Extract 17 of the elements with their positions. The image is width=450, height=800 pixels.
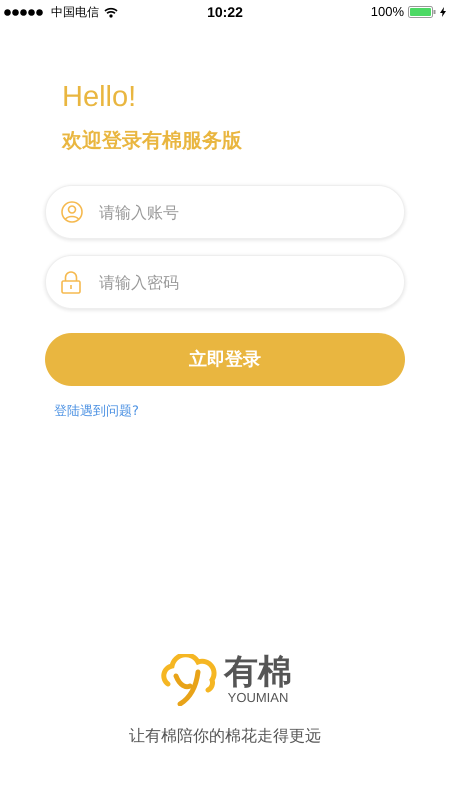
charging-icon [440,7,446,17]
logo-latin-name: YOUMIAN [228,690,288,706]
wifi-icon [104,6,118,18]
help-link[interactable]: 登陆遇到问题? [54,402,139,422]
input-field[interactable]: 请输入密码 [45,255,405,309]
tagline: 让有棉陪你的棉花走得更远 [129,725,321,747]
login-button[interactable]: 立即登录 [45,333,405,386]
battery-percent: 100% [370,3,404,22]
carrier-name: 中国电信 [51,4,99,21]
logo-name: 有棉 [224,654,292,690]
battery-icon [408,6,436,18]
greeting-subtitle: 欢迎登录有棉服务版 [62,127,243,153]
clock-time: 10:22 [207,2,243,22]
lock-icon [61,271,81,294]
input-field[interactable]: 请输入账号 [45,185,405,239]
greeting-title: Hello! [62,80,138,115]
user-icon [61,201,83,223]
